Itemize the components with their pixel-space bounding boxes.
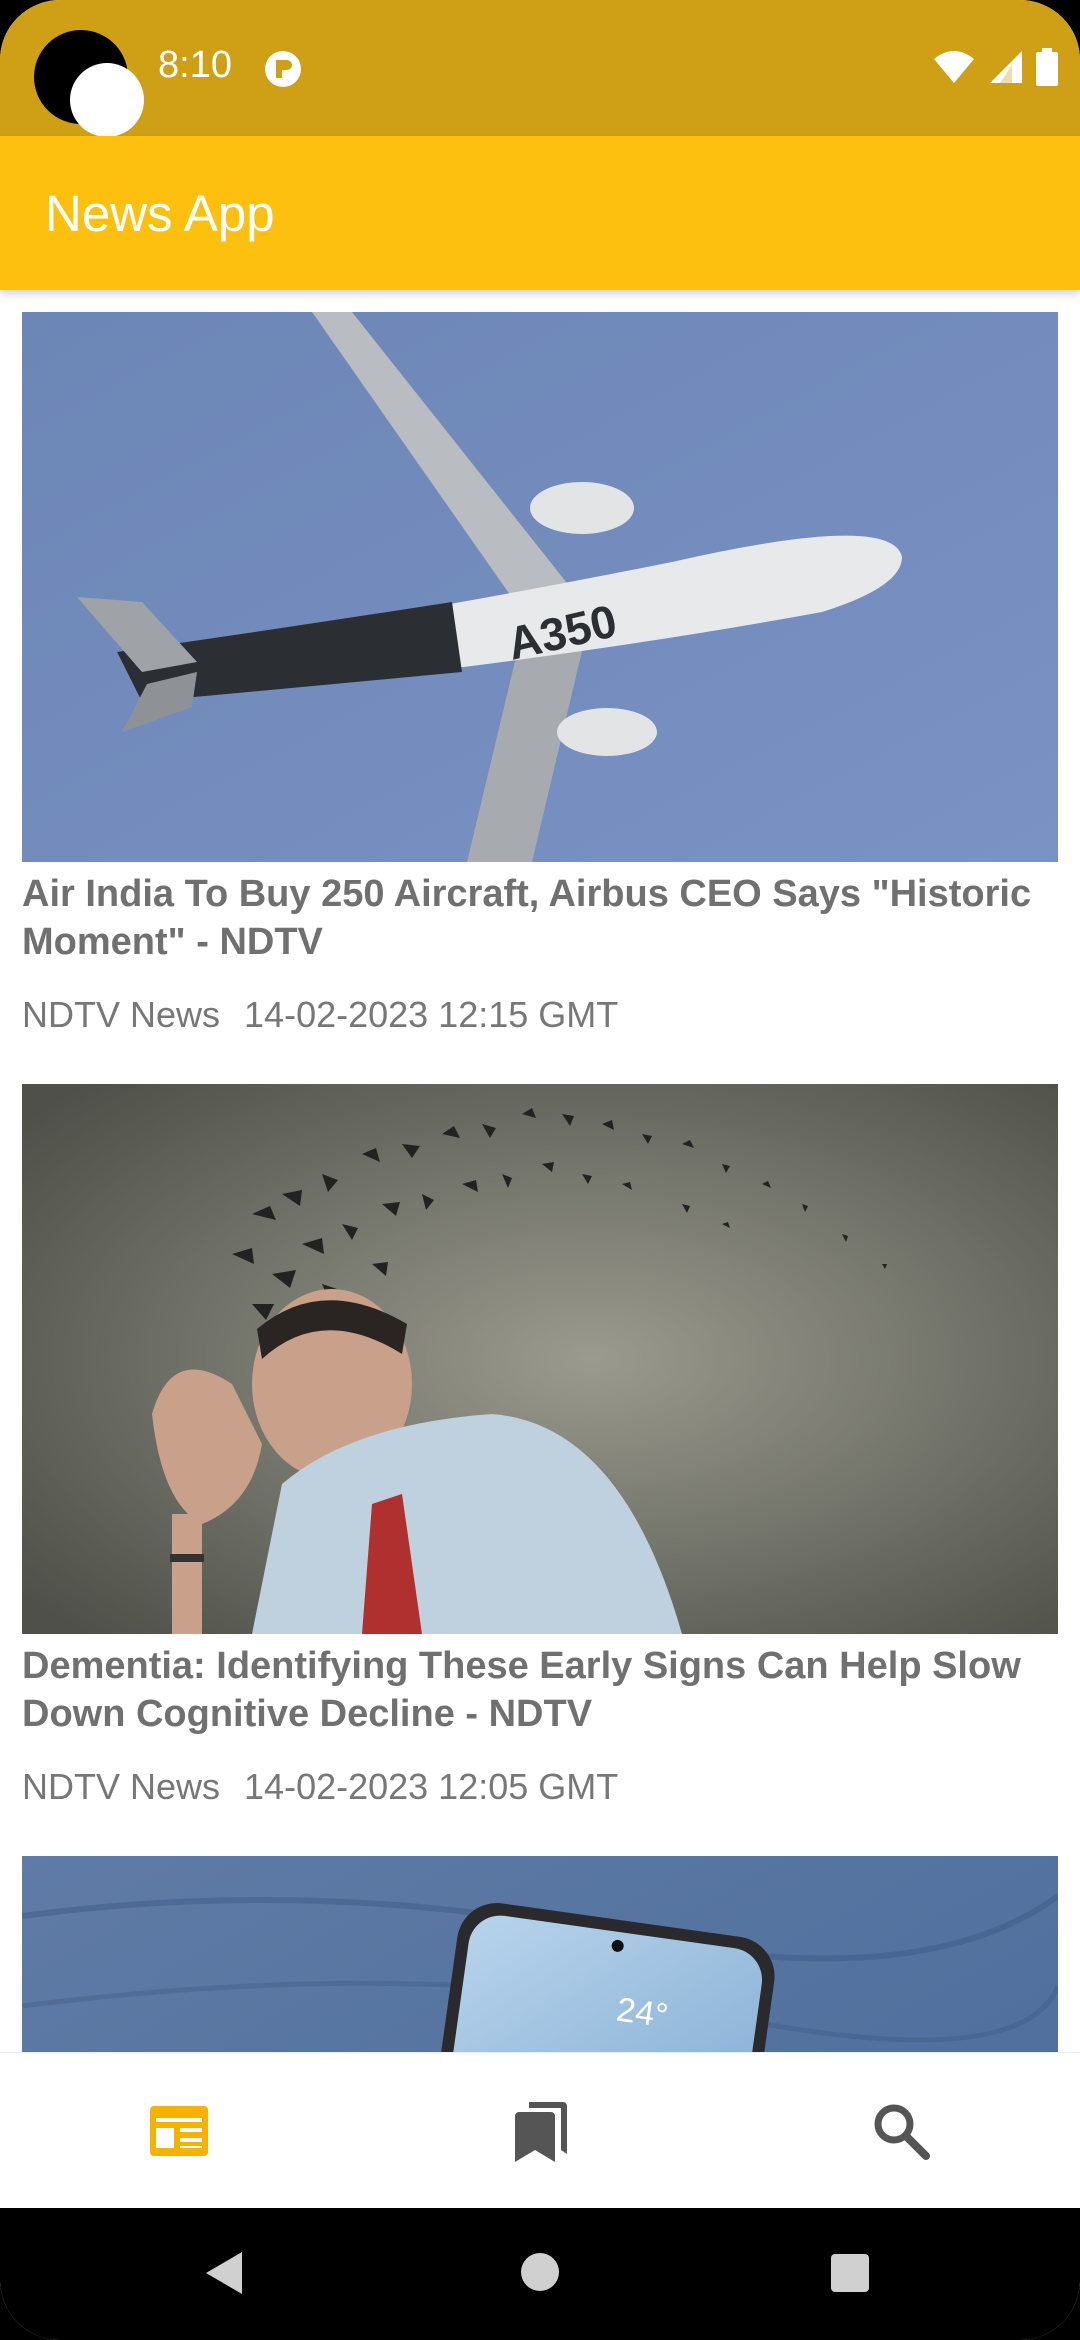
article-image-dementia[interactable] (22, 1084, 1058, 1634)
system-navigation-bar (0, 2208, 1080, 2340)
back-icon[interactable] (204, 2250, 244, 2296)
news-card[interactable]: A350 Air India To Buy 250 Aircraft, Airb… (22, 312, 1058, 1036)
recents-icon[interactable] (830, 2253, 870, 2293)
article-title[interactable]: Dementia: Identifying These Early Signs … (22, 1642, 1058, 1738)
status-bar: 8:10 (0, 0, 1080, 137)
notification-app-icon (265, 51, 301, 87)
article-timestamp: 14-02-2023 12:15 GMT (244, 994, 619, 1035)
app-bar: News App (0, 136, 1080, 290)
article-title[interactable]: Air India To Buy 250 Aircraft, Airbus CE… (22, 870, 1058, 966)
article-timestamp: 14-02-2023 12:05 GMT (244, 1766, 619, 1807)
cellular-signal-icon (990, 51, 1022, 83)
article-image-phone[interactable]: 24° (22, 1856, 1058, 2052)
app-title: News App (45, 185, 275, 242)
article-source: NDTV News (22, 1766, 221, 1807)
news-feed[interactable]: A350 Air India To Buy 250 Aircraft, Airb… (0, 290, 1080, 2052)
article-meta: NDTV News 14-02-2023 12:15 GMT (22, 994, 1058, 1036)
search-icon[interactable] (868, 2098, 934, 2164)
screen: 8:10 News App A350 Air India To Buy 250 … (0, 0, 1080, 2340)
news-card[interactable]: Dementia: Identifying These Early Signs … (22, 1084, 1058, 1808)
status-time: 8:10 (158, 44, 232, 86)
wifi-icon (934, 51, 974, 83)
bookmarks-icon[interactable] (507, 2098, 573, 2164)
battery-icon (1036, 48, 1058, 86)
bottom-navigation (0, 2052, 1080, 2209)
status-icons (932, 46, 1058, 88)
news-card[interactable]: 24° (22, 1856, 1058, 2052)
news-feed-icon[interactable] (146, 2098, 212, 2164)
camera-dot (70, 63, 144, 137)
article-image-airplane[interactable]: A350 (22, 312, 1058, 862)
article-meta: NDTV News 14-02-2023 12:05 GMT (22, 1766, 1058, 1808)
article-source: NDTV News (22, 994, 221, 1035)
camera-cutout (34, 30, 144, 137)
home-icon[interactable] (520, 2252, 560, 2292)
phone-temperature: 24° (614, 1991, 670, 2036)
